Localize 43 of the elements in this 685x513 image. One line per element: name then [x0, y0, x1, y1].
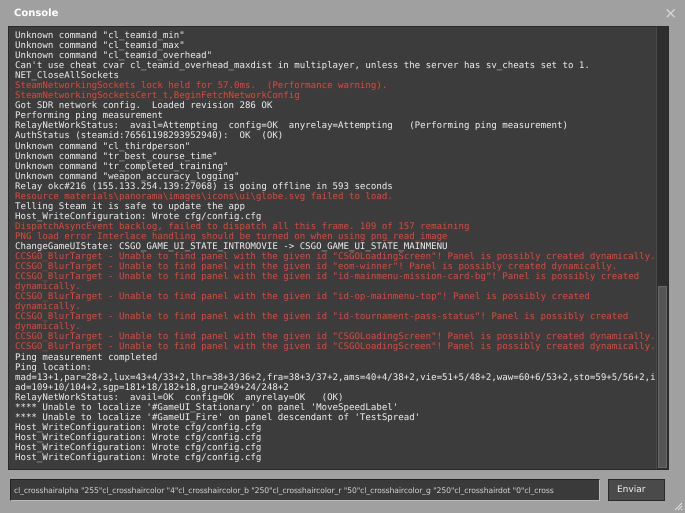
log-line: Can't use cheat cvar cl_teamid_overhead_maxdist in multiplayer, unless the server has sv_cheats set to 1.	[15, 61, 591, 72]
log-line: RelayNetWorkStatus: avail=Attempting config=OK anyrelay=Attempting (Performing ping measurement)	[15, 121, 569, 132]
log-line: AuthStatus (steamid:76561198293952940): OK (OK)	[15, 131, 284, 142]
window-title: Console	[14, 8, 58, 18]
error-log-line: CCSGO_BlurTarget - Unable to find panel with the given id "id-tournament-pass-status"! Panel is possibly created dynamically.	[15, 312, 628, 332]
error-log-line: CCSGO_BlurTarget - Unable to find panel with the given id "CSGOLoadingScreen"! Panel is possibly created dynamically.	[15, 342, 656, 352]
submit-button[interactable]: Enviar	[608, 479, 665, 501]
error-log-line: DispatchAsyncEvent backlog, failed to dispatch all this frame. 109 of 157 remaining	[15, 222, 470, 232]
error-log-line: CCSGO_BlurTarget - Unable to find panel with the given id "id-mainmenu-mission-card-bg"! Panel is possibly created dynamically.	[15, 272, 640, 292]
log-line: mad=13+1,par=28+2,lux=43+4/33+2,lhr=38+3/36+2,fra=38+3/37+2,ams=40+4/38+2,vie=51+5/48+2,waw=60+6/53+2,sto=59+5/56+2,iad=109+10/104+2,sgp=181+18/182+18,gru=249+24/248+2	[15, 372, 656, 393]
log-line: Telling Steam it is safe to update the app	[15, 202, 246, 212]
log-line: Unknown command "cl_teamid_min"	[15, 31, 186, 41]
log-line: Got SDR network config. Loaded revision 286 OK	[15, 101, 274, 112]
log-line: Host_WriteConfiguration: Wrote cfg/config.cfg	[15, 452, 262, 464]
error-log-line: CCSGO_BlurTarget - Unable to find panel with the given id "CSGOLoadingScreen"! Panel is possibly created dynamically.	[15, 332, 656, 342]
log-line: Unknown command "cl_thirdperson"	[15, 142, 192, 152]
resize-grip-icon[interactable]	[673, 501, 683, 511]
log-line: Unknown command "cl_teamid_overhead"	[15, 51, 212, 62]
log-line: ChangeGameUIState: CSGO_GAME_UI_STATE_INTROMOVIE -> CSGO_GAME_UI_STATE_MAINMENU	[15, 242, 449, 252]
error-log-line: CCSGO_BlurTarget - Unable to find panel with the given id "eom-winner"! Panel is possibly created dynamically.	[15, 262, 618, 272]
log-line: RelayNetWorkStatus: avail=OK config=OK anyrelay=OK (OK)	[15, 392, 344, 403]
log-line: Unknown command "tr_best_course_time"	[15, 152, 219, 162]
log-line: Host_WriteConfiguration: Wrote cfg/config.cfg	[15, 422, 262, 433]
error-log-line: CCSGO_BlurTarget - Unable to find panel with the given id "CSGOLoadingScreen"! Panel is possibly created dynamically.	[15, 252, 656, 262]
log-line: Unknown command "cl_teamid_max"	[15, 41, 185, 52]
log-line: Host_WriteConfiguration: Wrote cfg/config.cfg	[15, 442, 262, 453]
error-log-line: SteamNetworkingSockets lock held for 57.0ms. (Performance warning).	[15, 81, 388, 92]
error-log-line: PNG load error Interlace handling should be turned on when using png_read_image	[15, 232, 449, 242]
log-line: Unknown command "weapon_accuracy_logging"	[15, 172, 240, 182]
log-line: **** Unable to localize '#GameUI_Stationary' on panel 'MoveSpeedLabel'	[15, 402, 400, 413]
log-line: Host_WriteConfiguration: Wrote cfg/config.cfg	[15, 432, 262, 443]
error-log-line: CCSGO_BlurTarget - Unable to find panel with the given id "id-op-mainmenu-top"! Panel is possibly created dynamically.	[15, 292, 590, 312]
log-line: Performing ping measurement	[15, 111, 163, 122]
error-log-line: Resource materials\panorama\images\icons\ui\globe.svg failed to load.	[15, 192, 394, 202]
log-line: Unknown command "tr_completed_training"	[15, 162, 230, 172]
log-line: Ping location:	[15, 362, 93, 373]
log-line: Relay okc#216 (155.133.254.139:27068) is going offline in 593 seconds	[15, 182, 394, 192]
log-line: NET_CloseAllSockets	[15, 71, 120, 82]
log-line: Ping measurement completed	[15, 352, 158, 363]
log-line: Host_WriteConfiguration: Wrote cfg/config.cfg	[15, 212, 262, 222]
error-log-line: SteamNetworkingSocketsCert_t,BeginFetchNetworkConfig	[15, 91, 301, 102]
scrollbar[interactable]	[656, 27, 668, 469]
log-line: **** Unable to localize '#GameUI_Fire' on panel descendant of 'TestSpread'	[15, 412, 422, 423]
